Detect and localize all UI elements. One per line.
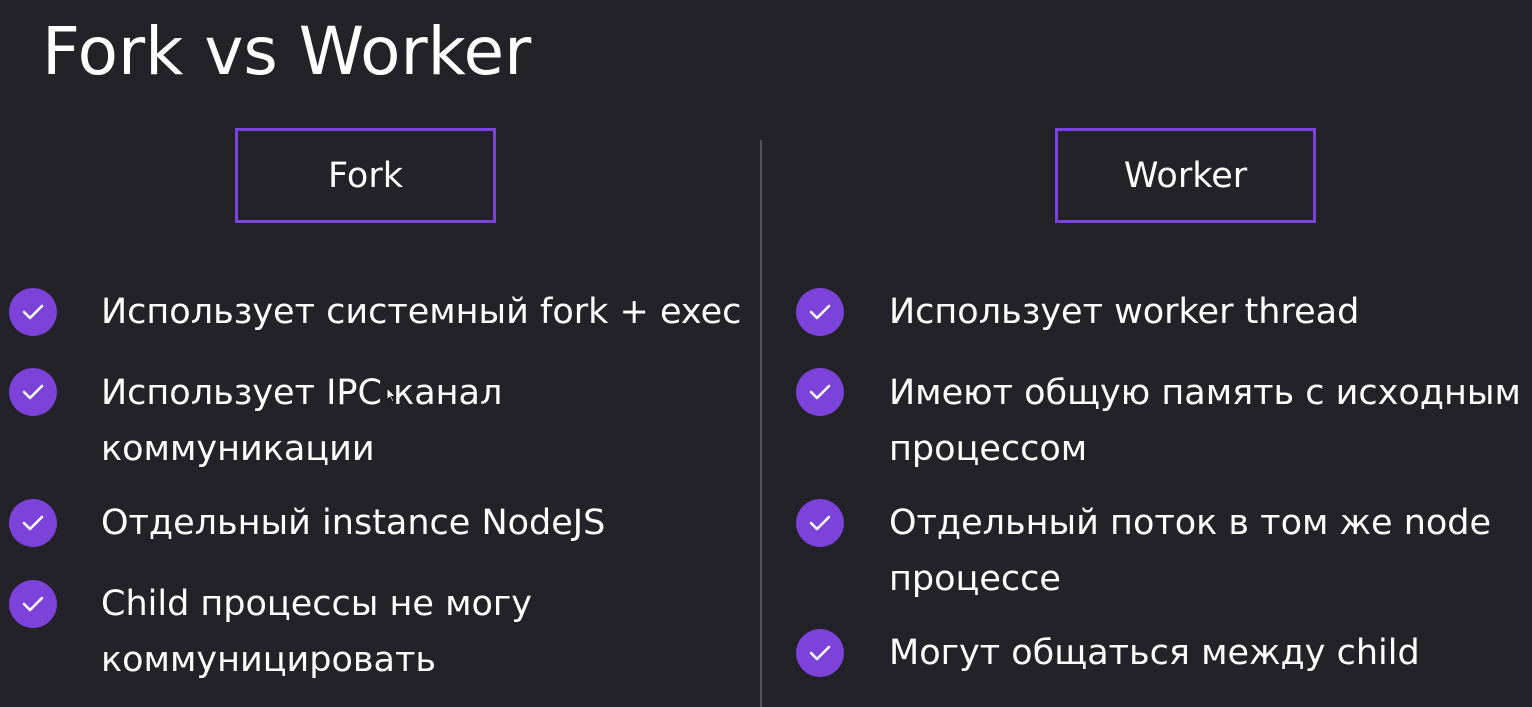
check-circle-icon bbox=[9, 499, 57, 547]
slide-title: Fork vs Worker bbox=[42, 13, 532, 90]
worker-item-4: Могут общаться между child bbox=[889, 625, 1420, 681]
fork-item-3-line-1: Отдельный instance NodeJS bbox=[101, 503, 606, 543]
worker-item-3-line-1: Отдельный поток в том же node bbox=[889, 503, 1492, 543]
check-circle-icon bbox=[796, 368, 844, 416]
worker-item-3: Отдельный поток в том же node процессе bbox=[889, 495, 1491, 607]
fork-item-2-line-1: Использует IPC канал bbox=[101, 373, 503, 413]
worker-item-1-line-1: Использует worker thread bbox=[889, 292, 1360, 332]
fork-item-2-line-2: коммуникации bbox=[101, 429, 375, 469]
worker-header: Worker bbox=[1055, 128, 1316, 223]
check-circle-icon bbox=[9, 288, 57, 336]
mouse-pointer-icon bbox=[386, 387, 396, 403]
worker-item-2: Имеют общую память с исходным процессом bbox=[889, 365, 1521, 477]
fork-item-1: Использует системный fork + exec bbox=[101, 284, 741, 340]
check-circle-icon bbox=[796, 499, 844, 547]
check-circle-icon bbox=[796, 288, 844, 336]
check-circle-icon bbox=[9, 368, 57, 416]
worker-item-1: Использует worker thread bbox=[889, 284, 1359, 340]
fork-item-1-line-1: Использует системный fork + exec bbox=[101, 292, 742, 332]
fork-header: Fork bbox=[235, 128, 496, 223]
column-divider bbox=[760, 140, 762, 707]
fork-item-4: Child процессы не могу коммуницировать bbox=[101, 576, 532, 688]
check-circle-icon bbox=[796, 629, 844, 677]
fork-item-4-line-2: коммуницировать bbox=[101, 640, 436, 680]
worker-item-4-line-1: Могут общаться между child bbox=[889, 633, 1420, 673]
worker-item-3-line-2: процессе bbox=[889, 559, 1061, 599]
fork-item-3: Отдельный instance NodeJS bbox=[101, 495, 605, 551]
check-circle-icon bbox=[9, 580, 57, 628]
worker-item-2-line-1: Имеют общую память с исходным bbox=[889, 373, 1521, 413]
fork-item-2: Использует IPC канал коммуникации bbox=[101, 365, 502, 477]
worker-item-2-line-2: процессом bbox=[889, 429, 1088, 469]
fork-item-4-line-1: Child процессы не могу bbox=[101, 584, 532, 624]
